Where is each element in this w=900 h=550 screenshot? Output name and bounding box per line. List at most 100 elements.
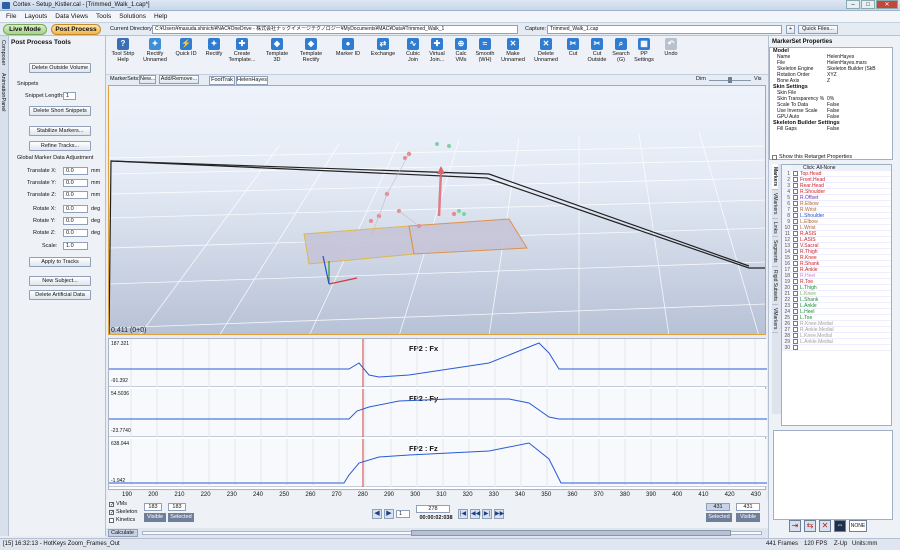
scale-input[interactable]: 1.0 bbox=[63, 242, 88, 250]
selected-button[interactable]: Selected bbox=[168, 513, 194, 522]
graph-pane-3[interactable]: 638.044 -1.942 FP2 : Fz bbox=[109, 439, 767, 487]
help-tool-button[interactable]: ? Tool Strip Help bbox=[108, 38, 138, 63]
apply-to-tracks-button[interactable]: Apply to Tracks bbox=[29, 257, 91, 267]
marker-checkbox[interactable] bbox=[793, 267, 798, 272]
marker-checkbox[interactable] bbox=[793, 255, 798, 260]
marker-checkbox[interactable] bbox=[793, 291, 798, 296]
minimize-button[interactable]: – bbox=[846, 0, 860, 9]
end-frame-b[interactable]: 431 bbox=[736, 503, 760, 511]
menu-item-solutions[interactable]: Solutions bbox=[119, 13, 146, 20]
marker-l-asis[interactable] bbox=[447, 144, 451, 148]
timeline-scrollbar-thumb[interactable] bbox=[411, 530, 731, 536]
play-icon[interactable]: ▶ bbox=[384, 509, 394, 519]
rectify-tool-button[interactable]: ✦ Rectify bbox=[199, 38, 229, 57]
current-frame-field[interactable]: 278 bbox=[416, 505, 450, 513]
add-capture-button[interactable]: + bbox=[786, 25, 795, 34]
marker-checkbox[interactable] bbox=[793, 273, 798, 278]
marker-checkbox[interactable] bbox=[793, 297, 798, 302]
delete-unnamed-tool-button[interactable]: ✕ Delete Unnamed bbox=[531, 38, 561, 63]
tab-animation-panel[interactable]: AnimationPanel bbox=[0, 69, 6, 116]
marker-checkbox[interactable] bbox=[793, 207, 798, 212]
rotate-z-input[interactable]: 0.0 bbox=[63, 229, 88, 237]
marker-checkbox[interactable] bbox=[793, 201, 798, 206]
rotate-y-input[interactable]: 0.0 bbox=[63, 217, 88, 225]
marker-l-toe[interactable] bbox=[462, 212, 466, 216]
marker-checkbox[interactable] bbox=[793, 315, 798, 320]
quick-id-tool-button[interactable]: ⚡ Quick ID bbox=[171, 38, 201, 57]
checkbox-vms[interactable]: ✓ bbox=[109, 501, 114, 507]
step-spinbox[interactable]: 1 bbox=[396, 510, 410, 518]
marker-r-toe[interactable] bbox=[451, 211, 457, 217]
rectify-unnamed-tool-button[interactable]: ✦ Rectify Unnamed bbox=[140, 38, 170, 63]
property-row[interactable]: Fill Gaps False bbox=[770, 126, 892, 132]
marker-id-tool-button[interactable]: ● Marker ID bbox=[333, 38, 363, 57]
add-remove-markerset-button[interactable]: Add/Remove... bbox=[159, 75, 199, 84]
checkbox-row-skeleton[interactable]: ✓ Skeleton bbox=[109, 509, 137, 515]
marker-list[interactable]: Click: All-None 1 Top.Head 2 Front.Head 3 Rear… bbox=[781, 164, 892, 426]
menu-item-data-views[interactable]: Data Views bbox=[55, 13, 88, 20]
3d-viewport[interactable]: 0.411 (0+0) bbox=[108, 85, 766, 335]
force-plate-1[interactable] bbox=[303, 225, 415, 265]
marker-checkbox[interactable] bbox=[793, 171, 798, 176]
create-template-tool-button[interactable]: ✚ Create Template... bbox=[227, 38, 257, 63]
translate-x-input[interactable]: 0.0 bbox=[63, 167, 88, 175]
maximize-button[interactable]: □ bbox=[861, 0, 875, 9]
graph-pane-2[interactable]: 54.5036 -23.7740 FP2 : Fy bbox=[109, 389, 767, 437]
close-button[interactable]: ✕ bbox=[876, 0, 898, 9]
tab-foottrak[interactable]: FootTrak bbox=[209, 76, 235, 85]
marker-checkbox[interactable] bbox=[793, 261, 798, 266]
marker-checkbox[interactable] bbox=[793, 279, 798, 284]
marker-checkbox[interactable] bbox=[793, 249, 798, 254]
calculate-dropdown[interactable]: Calculate bbox=[108, 529, 138, 537]
marker-checkbox[interactable] bbox=[793, 345, 798, 350]
tab-rigid-subsets[interactable]: Rigid Subsets bbox=[772, 267, 778, 305]
selected-end-button[interactable]: Selected bbox=[706, 513, 732, 522]
show-retarget-row[interactable]: Show this Retarget Properties bbox=[772, 154, 852, 160]
tab-helenhayes[interactable]: HelenHayes bbox=[236, 76, 268, 85]
mark-between-icon[interactable]: ⇆ bbox=[804, 520, 816, 532]
translate-z-input[interactable]: 0.0 bbox=[63, 191, 88, 199]
new-subject-button[interactable]: New Subject... bbox=[29, 276, 91, 286]
marker-checkbox[interactable] bbox=[793, 195, 798, 200]
marker-l-heel[interactable] bbox=[457, 209, 461, 213]
tab-links[interactable]: Links bbox=[772, 219, 778, 238]
dim-vis-slider-thumb[interactable] bbox=[728, 77, 732, 83]
visible-end-button[interactable]: Visible bbox=[736, 513, 760, 522]
checkbox-row-vms[interactable]: ✓ VMs bbox=[109, 501, 127, 507]
template-rectify-tool-button[interactable]: ◆ Template Rectify bbox=[296, 38, 326, 63]
menu-item-tools[interactable]: Tools bbox=[96, 13, 111, 20]
mark-cross-icon[interactable]: ✕ bbox=[819, 520, 831, 532]
marker-r-shank[interactable] bbox=[369, 219, 373, 223]
delete-artificial-data-button[interactable]: Delete Artificial Data bbox=[29, 290, 91, 300]
new-markerset-button[interactable]: New... bbox=[139, 75, 156, 84]
post-process-button[interactable]: Post Process bbox=[51, 24, 101, 35]
graph-pane-1[interactable]: 187.321 -91.392 FP2 : Fx bbox=[109, 339, 767, 387]
tab-segments[interactable]: Segments bbox=[772, 237, 778, 267]
quick-files-button[interactable]: Quick Files... bbox=[798, 25, 838, 34]
start-frame-b[interactable]: 183 bbox=[168, 503, 186, 511]
marker-checkbox[interactable] bbox=[793, 177, 798, 182]
show-retarget-checkbox[interactable] bbox=[772, 154, 777, 160]
tab-markers[interactable]: Markers bbox=[772, 164, 778, 191]
marker-checkbox[interactable] bbox=[793, 243, 798, 248]
undo-tool-button[interactable]: ↶ Undo bbox=[656, 38, 686, 57]
template-3d-tool-button[interactable]: ◆ Template 3D bbox=[262, 38, 292, 63]
menu-item-layouts[interactable]: Layouts bbox=[24, 13, 47, 20]
properties-grid[interactable]: Model Name HelenHayes File HelenHayes.mars Sk… bbox=[769, 47, 893, 160]
next-frame-icon[interactable]: ▶| bbox=[482, 509, 492, 519]
marker-checkbox[interactable] bbox=[793, 285, 798, 290]
end-frame-a[interactable]: 431 bbox=[706, 503, 730, 511]
marker-checkbox[interactable] bbox=[793, 231, 798, 236]
prev-frame-icon[interactable]: |◀ bbox=[458, 509, 468, 519]
marker-checkbox[interactable] bbox=[793, 309, 798, 314]
rewind-icon[interactable]: ◀◀ bbox=[470, 509, 480, 519]
marker-checkbox[interactable] bbox=[793, 237, 798, 242]
marker-checkbox[interactable] bbox=[793, 339, 798, 344]
menu-item-file[interactable]: File bbox=[6, 13, 16, 20]
directory-field[interactable]: C:¥Users¥masuda.shinichi¥NAC¥OneDrive - … bbox=[152, 25, 518, 34]
smooth-tool-button[interactable]: ≈ Smooth (WH) bbox=[470, 38, 500, 63]
marker-checkbox[interactable] bbox=[793, 219, 798, 224]
marker-checkbox[interactable] bbox=[793, 333, 798, 338]
mark-all-icon[interactable]: ⇔ bbox=[834, 520, 846, 532]
marker-checkbox[interactable] bbox=[793, 327, 798, 332]
